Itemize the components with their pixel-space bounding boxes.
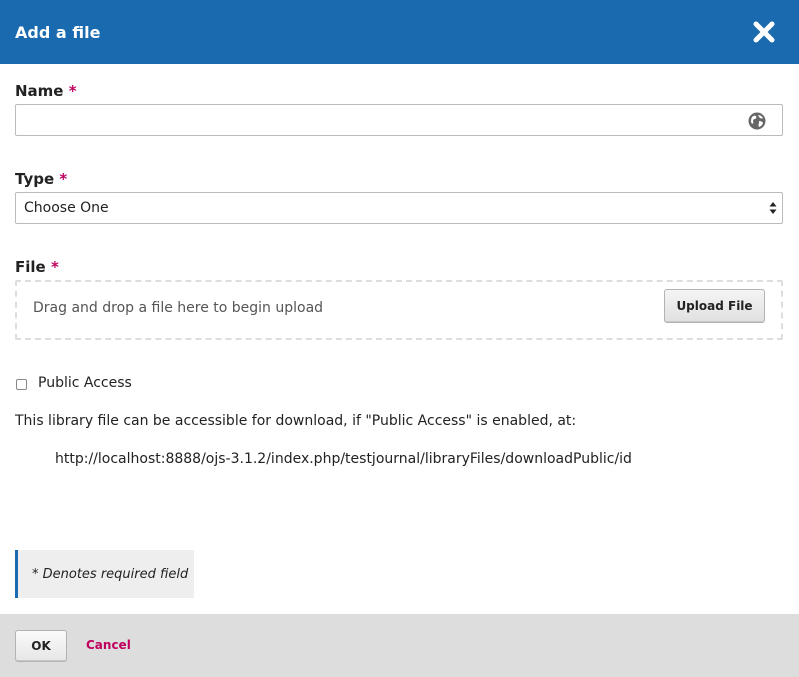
name-label-text: Name — [15, 82, 64, 100]
type-select-value: Choose One — [24, 200, 109, 216]
name-label: Name * — [15, 82, 77, 100]
required-field-notice-text: * Denotes required field — [32, 566, 189, 582]
close-button[interactable] — [750, 18, 778, 46]
public-access-info: This library file can be accessible for … — [15, 413, 577, 429]
select-arrows-icon — [769, 202, 777, 214]
modal-footer: OK Cancel — [0, 614, 799, 677]
required-marker: * — [59, 170, 68, 188]
type-label: Type * — [15, 170, 67, 188]
public-download-url: http://localhost:8888/ojs-3.1.2/index.ph… — [55, 451, 632, 467]
close-icon — [753, 21, 775, 43]
required-field-notice: * Denotes required field — [15, 550, 194, 598]
cancel-link[interactable]: Cancel — [86, 638, 131, 652]
file-label-text: File — [15, 258, 46, 276]
dropzone-text: Drag and drop a file here to begin uploa… — [33, 300, 324, 316]
name-input[interactable] — [15, 104, 783, 136]
required-marker: * — [50, 258, 59, 276]
globe-icon[interactable] — [748, 112, 766, 130]
modal-title: Add a file — [15, 22, 101, 42]
file-dropzone[interactable]: Drag and drop a file here to begin uploa… — [15, 280, 783, 340]
file-label: File * — [15, 258, 59, 276]
type-select[interactable]: Choose One — [15, 192, 783, 224]
public-access-checkbox[interactable] — [16, 379, 27, 390]
public-access-label[interactable]: Public Access — [38, 375, 132, 391]
ok-button[interactable]: OK — [15, 630, 67, 662]
modal-header: Add a file — [0, 0, 799, 64]
upload-file-button[interactable]: Upload File — [664, 289, 765, 323]
required-marker: * — [68, 82, 77, 100]
type-label-text: Type — [15, 170, 55, 188]
